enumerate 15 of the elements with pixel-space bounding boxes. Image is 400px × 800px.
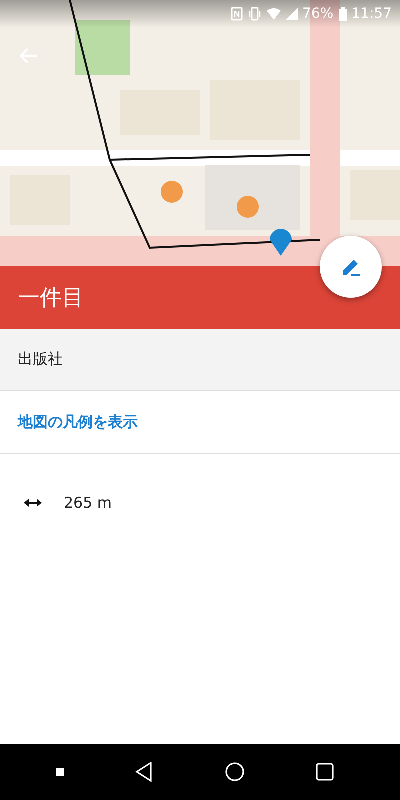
back-arrow-icon: [20, 48, 38, 64]
battery-percent: 76%: [302, 6, 334, 22]
distance-value: 265 m: [64, 494, 112, 512]
category-label: 出版社: [18, 350, 63, 369]
vibrate-icon: [248, 7, 262, 21]
distance-icon: [24, 498, 42, 508]
wifi-icon: [266, 8, 281, 20]
home-icon[interactable]: [224, 762, 245, 782]
recents-icon[interactable]: [316, 763, 334, 781]
clock: 11:57: [352, 6, 392, 22]
signal-icon: [286, 8, 298, 20]
nfc-icon: [230, 7, 243, 21]
back-icon[interactable]: [135, 762, 154, 782]
map-legend-link[interactable]: 地図の凡例を表示: [18, 412, 138, 432]
place-title: 一件目: [18, 284, 84, 312]
